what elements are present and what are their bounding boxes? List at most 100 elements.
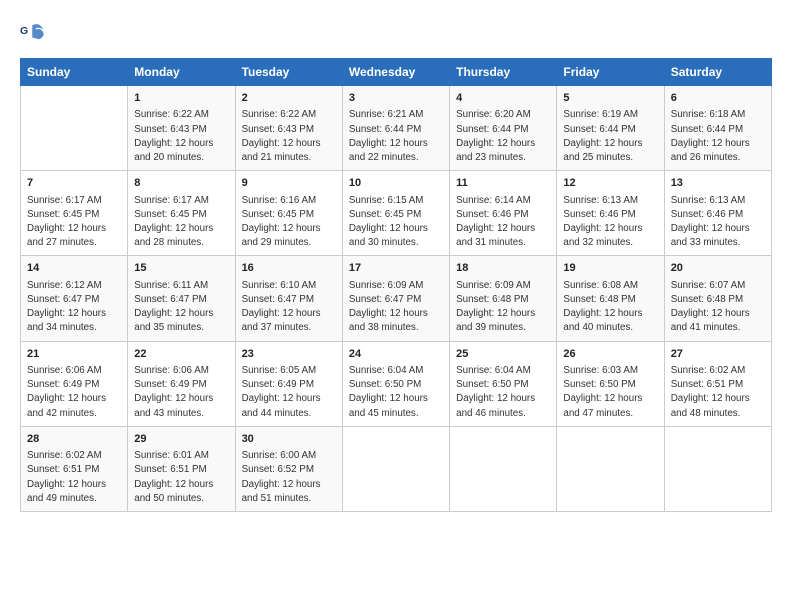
logo-icon: G — [20, 20, 48, 48]
calendar-week-1: 1 Sunrise: 6:22 AM Sunset: 6:43 PM Daylig… — [21, 86, 772, 171]
calendar-cell: 13 Sunrise: 6:13 AM Sunset: 6:46 PM Dayli… — [664, 171, 771, 256]
calendar-cell: 20Sunrise: 6:07 AM Sunset: 6:48 PM Dayli… — [664, 256, 771, 341]
day-number: 11 — [456, 176, 550, 191]
day-number: 19 — [563, 261, 657, 276]
day-number: 3 — [349, 91, 443, 106]
weekday-header-row: SundayMondayTuesdayWednesdayThursdayFrid… — [21, 59, 772, 86]
day-number: 30 — [242, 432, 336, 447]
day-info: Sunrise: 6:02 AM Sunset: 6:51 PM Dayligh… — [671, 364, 765, 421]
calendar-cell: 18 Sunrise: 6:09 AM Sunset: 6:48 PM Dayli… — [450, 256, 557, 341]
day-number: 8 — [134, 176, 228, 191]
svg-text:G: G — [20, 25, 28, 37]
calendar-cell — [21, 86, 128, 171]
day-info: Sunrise: 6:10 AM Sunset: 6:47 PM Dayligh… — [242, 279, 336, 336]
calendar-cell: 17 Sunrise: 6:09 AM Sunset: 6:47 PM Dayli… — [342, 256, 449, 341]
day-number: 26 — [563, 347, 657, 362]
calendar-cell: 16 Sunrise: 6:10 AM Sunset: 6:47 PM Dayli… — [235, 256, 342, 341]
day-info: Sunrise: 6:15 AM Sunset: 6:45 PM Dayligh… — [349, 194, 443, 251]
calendar-cell: 4Sunrise: 6:20 AM Sunset: 6:44 PM Daylig… — [450, 86, 557, 171]
weekday-header-friday: Friday — [557, 59, 664, 86]
weekday-header-wednesday: Wednesday — [342, 59, 449, 86]
weekday-header-saturday: Saturday — [664, 59, 771, 86]
day-info: Sunrise: 6:03 AM Sunset: 6:50 PM Dayligh… — [563, 364, 657, 421]
day-info: Sunrise: 6:12 AM Sunset: 6:47 PM Dayligh… — [27, 279, 121, 336]
day-info: Sunrise: 6:00 AM Sunset: 6:52 PM Dayligh… — [242, 449, 336, 506]
day-number: 13 — [671, 176, 765, 191]
day-info: Sunrise: 6:19 AM Sunset: 6:44 PM Dayligh… — [563, 108, 657, 165]
day-number: 14 — [27, 261, 121, 276]
calendar-cell — [450, 426, 557, 511]
day-info: Sunrise: 6:18 AM Sunset: 6:44 PM Dayligh… — [671, 108, 765, 165]
calendar-table: SundayMondayTuesdayWednesdayThursdayFrid… — [20, 58, 772, 512]
day-info: Sunrise: 6:13 AM Sunset: 6:46 PM Dayligh… — [671, 194, 765, 251]
calendar-cell: 29 Sunrise: 6:01 AM Sunset: 6:51 PM Dayli… — [128, 426, 235, 511]
page-header: G — [20, 20, 772, 48]
calendar-cell: 30 Sunrise: 6:00 AM Sunset: 6:52 PM Dayli… — [235, 426, 342, 511]
calendar-cell: 22 Sunrise: 6:06 AM Sunset: 6:49 PM Dayli… — [128, 341, 235, 426]
day-info: Sunrise: 6:16 AM Sunset: 6:45 PM Dayligh… — [242, 194, 336, 251]
day-number: 25 — [456, 347, 550, 362]
calendar-cell: 2 Sunrise: 6:22 AM Sunset: 6:43 PM Daylig… — [235, 86, 342, 171]
day-info: Sunrise: 6:21 AM Sunset: 6:44 PM Dayligh… — [349, 108, 443, 165]
day-number: 27 — [671, 347, 765, 362]
day-number: 12 — [563, 176, 657, 191]
calendar-cell: 15Sunrise: 6:11 AM Sunset: 6:47 PM Dayli… — [128, 256, 235, 341]
day-info: Sunrise: 6:04 AM Sunset: 6:50 PM Dayligh… — [349, 364, 443, 421]
calendar-cell: 9Sunrise: 6:16 AM Sunset: 6:45 PM Daylig… — [235, 171, 342, 256]
day-number: 16 — [242, 261, 336, 276]
calendar-cell: 27 Sunrise: 6:02 AM Sunset: 6:51 PM Dayli… — [664, 341, 771, 426]
calendar-week-3: 14 Sunrise: 6:12 AM Sunset: 6:47 PM Dayli… — [21, 256, 772, 341]
day-number: 10 — [349, 176, 443, 191]
day-info: Sunrise: 6:22 AM Sunset: 6:43 PM Dayligh… — [242, 108, 336, 165]
day-info: Sunrise: 6:14 AM Sunset: 6:46 PM Dayligh… — [456, 194, 550, 251]
day-info: Sunrise: 6:04 AM Sunset: 6:50 PM Dayligh… — [456, 364, 550, 421]
day-info: Sunrise: 6:13 AM Sunset: 6:46 PM Dayligh… — [563, 194, 657, 251]
logo: G — [20, 20, 52, 48]
weekday-header-monday: Monday — [128, 59, 235, 86]
day-info: Sunrise: 6:17 AM Sunset: 6:45 PM Dayligh… — [134, 194, 228, 251]
day-number: 17 — [349, 261, 443, 276]
day-info: Sunrise: 6:11 AM Sunset: 6:47 PM Dayligh… — [134, 279, 228, 336]
calendar-week-5: 28 Sunrise: 6:02 AM Sunset: 6:51 PM Dayli… — [21, 426, 772, 511]
day-info: Sunrise: 6:09 AM Sunset: 6:48 PM Dayligh… — [456, 279, 550, 336]
day-info: Sunrise: 6:07 AM Sunset: 6:48 PM Dayligh… — [671, 279, 765, 336]
weekday-header-thursday: Thursday — [450, 59, 557, 86]
day-number: 21 — [27, 347, 121, 362]
day-info: Sunrise: 6:09 AM Sunset: 6:47 PM Dayligh… — [349, 279, 443, 336]
calendar-cell: 10 Sunrise: 6:15 AM Sunset: 6:45 PM Dayli… — [342, 171, 449, 256]
day-info: Sunrise: 6:06 AM Sunset: 6:49 PM Dayligh… — [134, 364, 228, 421]
calendar-cell: 23Sunrise: 6:05 AM Sunset: 6:49 PM Dayli… — [235, 341, 342, 426]
day-number: 22 — [134, 347, 228, 362]
day-number: 1 — [134, 91, 228, 106]
calendar-cell: 7 Sunrise: 6:17 AM Sunset: 6:45 PM Daylig… — [21, 171, 128, 256]
day-number: 2 — [242, 91, 336, 106]
calendar-week-4: 21 Sunrise: 6:06 AM Sunset: 6:49 PM Dayli… — [21, 341, 772, 426]
calendar-cell: 12 Sunrise: 6:13 AM Sunset: 6:46 PM Dayli… — [557, 171, 664, 256]
calendar-cell: 26 Sunrise: 6:03 AM Sunset: 6:50 PM Dayli… — [557, 341, 664, 426]
day-info: Sunrise: 6:22 AM Sunset: 6:43 PM Dayligh… — [134, 108, 228, 165]
calendar-cell — [664, 426, 771, 511]
day-number: 18 — [456, 261, 550, 276]
calendar-cell — [557, 426, 664, 511]
calendar-cell: 24 Sunrise: 6:04 AM Sunset: 6:50 PM Dayli… — [342, 341, 449, 426]
calendar-cell: 25 Sunrise: 6:04 AM Sunset: 6:50 PM Dayli… — [450, 341, 557, 426]
day-info: Sunrise: 6:06 AM Sunset: 6:49 PM Dayligh… — [27, 364, 121, 421]
weekday-header-tuesday: Tuesday — [235, 59, 342, 86]
day-number: 29 — [134, 432, 228, 447]
day-info: Sunrise: 6:01 AM Sunset: 6:51 PM Dayligh… — [134, 449, 228, 506]
day-info: Sunrise: 6:17 AM Sunset: 6:45 PM Dayligh… — [27, 194, 121, 251]
day-number: 28 — [27, 432, 121, 447]
calendar-week-2: 7 Sunrise: 6:17 AM Sunset: 6:45 PM Daylig… — [21, 171, 772, 256]
calendar-cell: 5 Sunrise: 6:19 AM Sunset: 6:44 PM Daylig… — [557, 86, 664, 171]
day-number: 5 — [563, 91, 657, 106]
day-info: Sunrise: 6:08 AM Sunset: 6:48 PM Dayligh… — [563, 279, 657, 336]
day-number: 6 — [671, 91, 765, 106]
calendar-cell — [342, 426, 449, 511]
calendar-cell: 28 Sunrise: 6:02 AM Sunset: 6:51 PM Dayli… — [21, 426, 128, 511]
day-info: Sunrise: 6:02 AM Sunset: 6:51 PM Dayligh… — [27, 449, 121, 506]
day-number: 7 — [27, 176, 121, 191]
calendar-cell: 21 Sunrise: 6:06 AM Sunset: 6:49 PM Dayli… — [21, 341, 128, 426]
day-number: 24 — [349, 347, 443, 362]
calendar-cell: 11 Sunrise: 6:14 AM Sunset: 6:46 PM Dayli… — [450, 171, 557, 256]
calendar-cell: 6 Sunrise: 6:18 AM Sunset: 6:44 PM Daylig… — [664, 86, 771, 171]
